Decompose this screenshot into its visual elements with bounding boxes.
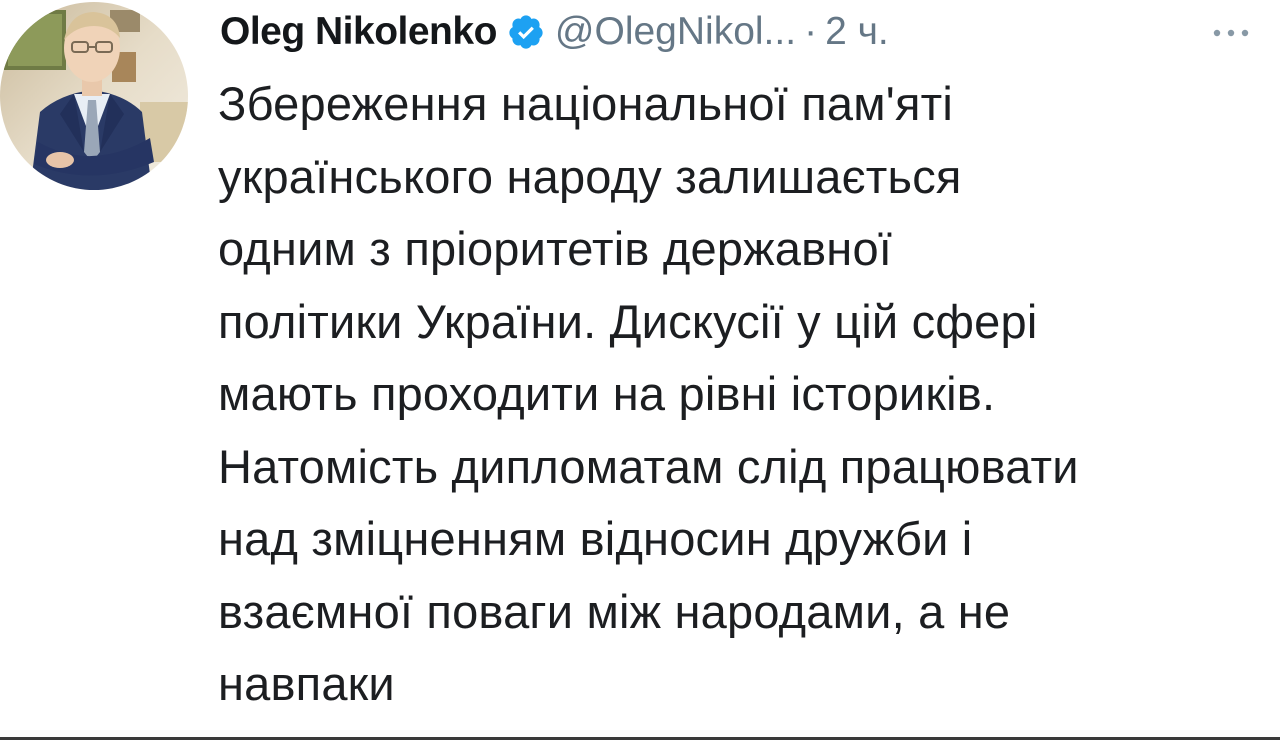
tweet-text-line: Збереження національної пам'яті (218, 77, 953, 130)
profile-photo-icon (0, 2, 188, 190)
header-separator: · (804, 10, 818, 53)
tweet-text-line: мають проходити на рівні істориків. (218, 367, 996, 420)
ellipsis-icon (1213, 29, 1249, 37)
author-handle[interactable]: @OlegNikol... (555, 10, 796, 54)
verified-badge-icon (507, 13, 545, 51)
author-display-name[interactable]: Oleg Nikolenko (220, 10, 497, 54)
tweet-text-line: українського народу залишається (218, 149, 962, 203)
tweet-text-line: політики України. Дискусії у цій сфері (218, 294, 1038, 348)
tweet-text-line: одним з пріоритетів державної (218, 222, 893, 275)
tweet-body: Збереження національної пам'яті українсь… (218, 68, 1280, 721)
tweet[interactable]: Oleg Nikolenko @OlegNikol... · 2 ч. Збер… (0, 0, 1280, 740)
tweet-header: Oleg Nikolenko @OlegNikol... · 2 ч. (220, 4, 889, 60)
tweet-text-line: навпаки (218, 657, 395, 710)
tweet-text-line: взаємної поваги між народами, а не (218, 584, 1011, 638)
tweet-text-line: Натомість дипломатам слід працювати (218, 439, 1079, 493)
tweet-text-line: над зміцненням відносин дружби і (218, 512, 973, 565)
avatar[interactable] (0, 2, 188, 190)
tweet-timestamp[interactable]: 2 ч. (825, 10, 889, 54)
more-options-button[interactable] (1206, 18, 1256, 48)
